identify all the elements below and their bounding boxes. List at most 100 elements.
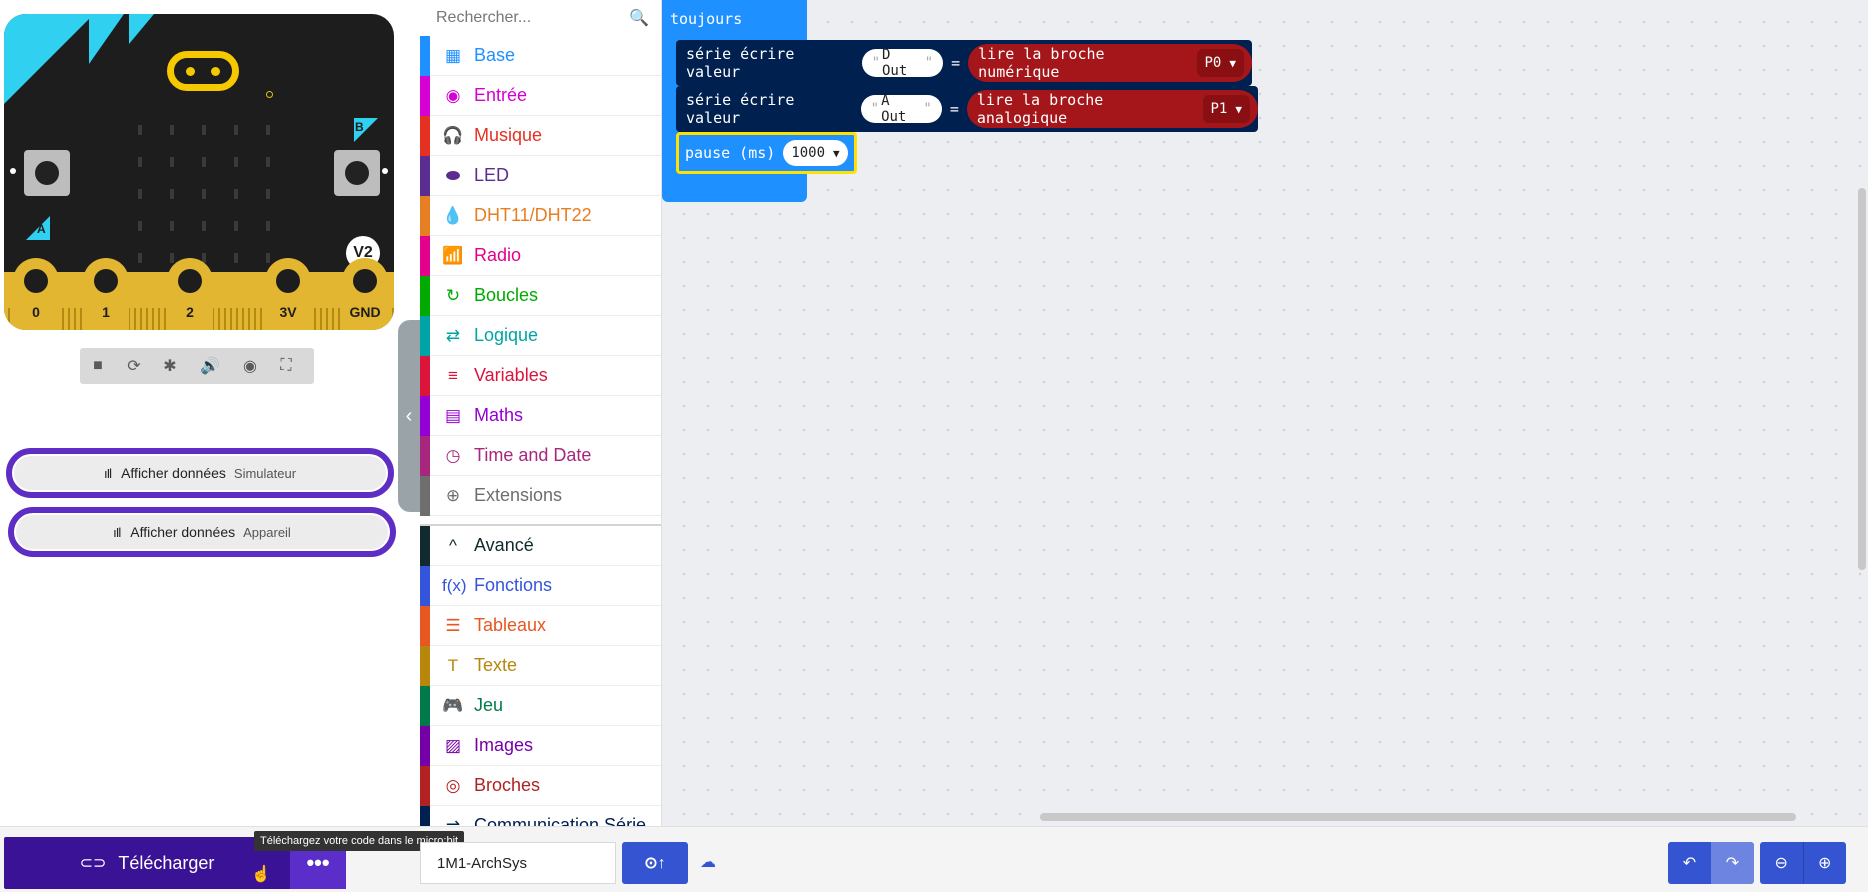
string-input[interactable]: D Out	[861, 47, 944, 79]
toolbox-category-time-and-date[interactable]: ◷ Time and Date	[420, 436, 661, 476]
toolbox-category-communication-s-rie[interactable]: ⇌ Communication Série	[420, 806, 661, 826]
pin-dropdown[interactable]: P1 ▼	[1202, 95, 1250, 123]
category-label: Extensions	[474, 485, 563, 505]
toolbox-divider	[420, 516, 661, 526]
github-icon: ⊙↑	[644, 855, 666, 872]
toolbox-category-base[interactable]: ▦ Base	[420, 36, 661, 76]
reporter-label: lire la broche numérique	[978, 45, 1105, 81]
category-label: Fonctions	[474, 575, 553, 595]
debug-icon[interactable]: ✱	[152, 348, 188, 384]
target-icon: ◉	[445, 86, 461, 105]
pin-gnd[interactable]: GND	[342, 258, 388, 330]
toolbox-category-dht11-dht22[interactable]: 💧 DHT11/DHT22	[420, 196, 661, 236]
restart-icon[interactable]: ⟳	[116, 348, 152, 384]
pin-1[interactable]: 1	[83, 258, 129, 330]
show-data-device-button[interactable]: ıIl Afficher données Appareil	[8, 507, 396, 557]
string-input[interactable]: A Out	[860, 93, 942, 125]
zoom-out-button[interactable]: ⊖	[1760, 842, 1804, 884]
zoom-in-icon: ⊕	[1818, 855, 1832, 872]
category-label: Communication Série	[474, 815, 647, 826]
screenshot-icon[interactable]: ◉	[232, 348, 268, 384]
pause-block[interactable]: pause (ms) 1000 ▼	[676, 132, 857, 174]
cloud-save-icon[interactable]: ☁	[700, 852, 716, 872]
toolbox-category-maths[interactable]: ▤ Maths	[420, 396, 661, 436]
undo-icon: ↶	[1682, 855, 1697, 872]
horizontal-scrollbar[interactable]	[1040, 813, 1796, 821]
toolbox-category-logique[interactable]: ⇄ Logique	[420, 316, 661, 356]
button-sublabel: Simulateur	[233, 465, 297, 481]
search-input[interactable]: Rechercher...	[436, 9, 531, 27]
led	[202, 125, 206, 135]
serial-write-value-block[interactable]: série écrire valeur D Out = lire la broc…	[676, 40, 1252, 86]
led	[234, 221, 238, 231]
pin-value: P0	[1204, 55, 1222, 71]
pin-label: 1	[102, 304, 110, 320]
pin-label: 3V	[279, 304, 297, 320]
toolbox-category-boucles[interactable]: ↻ Boucles	[420, 276, 661, 316]
toolbox-category-variables[interactable]: ≡ Variables	[420, 356, 661, 396]
category-label: Images	[474, 735, 534, 755]
toolbox-category-musique[interactable]: 🎧 Musique	[420, 116, 661, 156]
sound-icon[interactable]: 🔊	[192, 348, 228, 384]
equals-sign: =	[951, 54, 961, 72]
pin-dropdown[interactable]: P0 ▼	[1196, 49, 1244, 77]
touch-logo[interactable]	[167, 51, 239, 91]
stop-icon[interactable]: ■	[80, 348, 116, 384]
pin-3v[interactable]: 3V	[265, 258, 311, 330]
pin-0[interactable]: 0	[13, 258, 59, 330]
undo-button[interactable]: ↶	[1668, 842, 1711, 884]
microbit-board[interactable]: A B V2 0 1 2 3V GND	[4, 14, 394, 330]
chart-bars-icon: ıIl	[103, 465, 112, 481]
toolbox-category-broches[interactable]: ◎ Broches	[420, 766, 661, 806]
button-a[interactable]	[24, 150, 70, 196]
toolbox-category-radio[interactable]: 📶 Radio	[420, 236, 661, 276]
pin-label: GND	[349, 304, 381, 320]
toolbox-category-entr-e[interactable]: ◉ Entrée	[420, 76, 661, 116]
toolbox-category-texte[interactable]: T Texte	[420, 646, 661, 686]
ellipsis-icon: •••	[306, 850, 330, 875]
analog-read-pin-block[interactable]: lire la broche analogique P1 ▼	[966, 90, 1258, 128]
pause-duration-dropdown[interactable]: 1000 ▼	[783, 140, 848, 166]
button-b[interactable]	[334, 150, 380, 196]
category-color-bar	[420, 156, 430, 196]
github-commit-button[interactable]: ⊙↑	[622, 842, 688, 884]
vertical-scrollbar[interactable]	[1858, 188, 1866, 570]
pin-label: 0	[32, 304, 40, 320]
project-name-input[interactable]: 1M1-ArchSys	[420, 842, 616, 884]
toolbox-category-led[interactable]: ⬬ LED	[420, 156, 661, 196]
collapse-simulator-button[interactable]: ‹	[398, 320, 420, 512]
toolbox-category-images[interactable]: ▨ Images	[420, 726, 661, 766]
toolbox-category-tableaux[interactable]: ☰ Tableaux	[420, 606, 661, 646]
category-color-bar	[420, 236, 430, 276]
simulator-panel: A B V2 0 1 2 3V GND ■ ⟳ ✱ 🔊 ◉ ⛶ ıIl Affi…	[0, 0, 420, 826]
equals-sign: =	[949, 100, 959, 118]
toolbox-category-extensions[interactable]: ⊕ Extensions	[420, 476, 661, 516]
category-color-bar	[420, 396, 430, 436]
toolbox-category-fonctions[interactable]: f(x) Fonctions	[420, 566, 661, 606]
fullscreen-icon[interactable]: ⛶	[268, 348, 304, 384]
search-icon[interactable]: 🔍	[629, 8, 649, 28]
pin-2[interactable]: 2	[167, 258, 213, 330]
digital-read-pin-block[interactable]: lire la broche numérique P0 ▼	[968, 44, 1252, 82]
show-data-simulator-button[interactable]: ıIl Afficher données Simulateur	[6, 448, 394, 498]
led	[202, 221, 206, 231]
toolbox-category-jeu[interactable]: 🎮 Jeu	[420, 686, 661, 726]
zoom-in-button[interactable]: ⊕	[1803, 842, 1846, 884]
category-color-bar	[420, 566, 430, 606]
category-color-bar	[420, 686, 430, 726]
button-b-label: B	[354, 118, 378, 142]
toolbox-search[interactable]: Rechercher... 🔍	[420, 0, 661, 36]
category-label: Radio	[474, 245, 522, 265]
redo-button[interactable]: ↷	[1711, 842, 1754, 884]
category-color-bar	[420, 356, 430, 396]
clock-icon: ◷	[445, 446, 461, 465]
caret-down-icon: ▼	[833, 146, 840, 160]
loop-icon: ↻	[445, 286, 461, 305]
shuffle-icon: ⇄	[445, 326, 461, 345]
toolbox-category-avanc-[interactable]: ^ Avancé	[420, 526, 661, 566]
chevron-left-icon: ‹	[405, 404, 413, 427]
blocks-workspace[interactable]: toujours série écrire valeur D Out = lir…	[662, 0, 1868, 826]
serial-write-value-block[interactable]: série écrire valeur A Out = lire la broc…	[676, 86, 1258, 132]
duration-value: 1000	[791, 145, 826, 161]
download-button[interactable]: ⊂⊃ Télécharger	[4, 853, 290, 874]
